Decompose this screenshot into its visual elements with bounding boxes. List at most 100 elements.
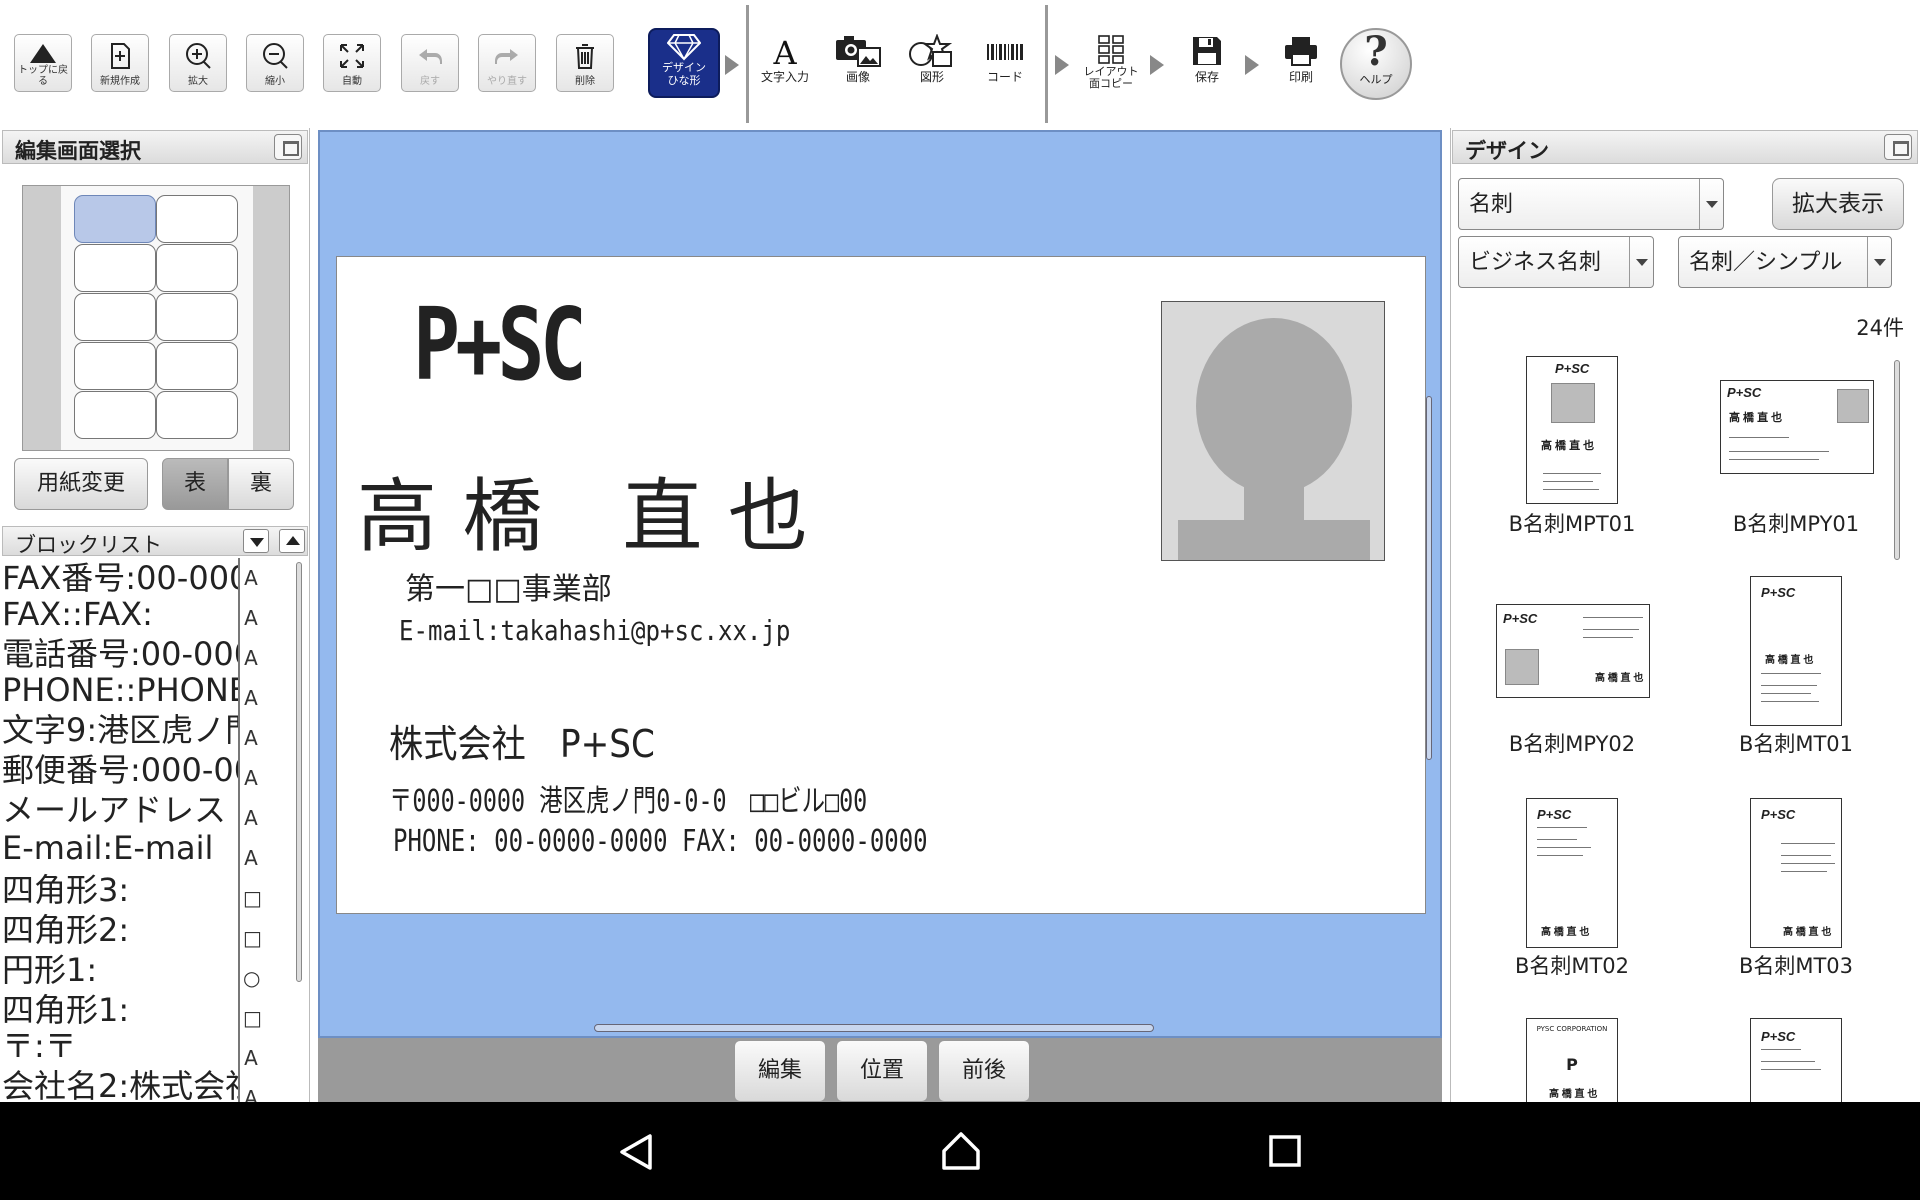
block-list-scrollbar[interactable]: [296, 562, 302, 982]
template-thumb[interactable]: PYSC CORPORATION P 高 橋 直 也: [1526, 1018, 1618, 1108]
printer-icon: [1285, 37, 1317, 66]
template-label: B名刺MPT01: [1508, 512, 1636, 536]
block-list-divider: [238, 558, 240, 1102]
step-arrow-icon: [1150, 55, 1164, 75]
template-thumb-mpt01[interactable]: P+SC 高 橋 直 也: [1526, 356, 1618, 504]
fit-screen-icon: [340, 44, 364, 68]
card-company[interactable]: 株式会社 P+SC: [389, 723, 655, 765]
back-icon[interactable]: [616, 1132, 656, 1172]
block-list-header: ブロックリスト: [2, 526, 308, 557]
top-button[interactable]: トップに戻る: [14, 34, 72, 92]
new-button[interactable]: 新規作成: [91, 34, 149, 92]
triangle-up-icon: [286, 536, 300, 545]
help-button[interactable]: ? ヘルプ: [1340, 28, 1412, 100]
type-value: ビジネス名刺: [1469, 250, 1602, 275]
template-thumb[interactable]: P+SC: [1750, 1018, 1842, 1108]
text-input-button[interactable]: A 文字入力: [750, 30, 820, 100]
list-item[interactable]: E-mail:E-mail: [2, 828, 238, 868]
list-item[interactable]: 文字9:港区虎ノ門0-0-0: [2, 710, 238, 750]
card-email[interactable]: E-mail:takahashi@p+sc.xx.jp: [399, 615, 790, 647]
expand-view-button[interactable]: 拡大表示: [1772, 178, 1904, 230]
list-item[interactable]: 〒:〒: [2, 1026, 238, 1066]
style-value: 名刺／シンプル: [1689, 250, 1843, 275]
design-template-button[interactable]: デザイン ひな形: [648, 28, 720, 98]
page-cell-7[interactable]: [74, 342, 156, 390]
zoom-in-button[interactable]: 拡大: [169, 34, 227, 92]
recent-apps-icon[interactable]: [1268, 1134, 1302, 1168]
zoom-out-button[interactable]: 縮小: [246, 34, 304, 92]
list-item[interactable]: 会社名2:株式会社: [2, 1066, 238, 1102]
home-icon[interactable]: [940, 1130, 982, 1172]
template-thumb-mpy02[interactable]: P+SC 高 橋 直 也: [1496, 604, 1650, 698]
redo-icon: [495, 49, 518, 64]
page-cell-8[interactable]: [156, 342, 238, 390]
canvas-horizontal-scrollbar[interactable]: [594, 1024, 1154, 1032]
template-thumb-mpy01[interactable]: P+SC 高 橋 直 也: [1720, 380, 1874, 474]
page-cell-2[interactable]: [156, 195, 238, 243]
shape-button[interactable]: 図形: [897, 30, 967, 100]
list-item[interactable]: PHONE::PHONE:: [2, 670, 238, 710]
position-button[interactable]: 位置: [836, 1040, 928, 1102]
photo-placeholder: [1551, 383, 1595, 423]
canvas-vertical-scrollbar[interactable]: [1426, 396, 1432, 760]
page-cell-1[interactable]: [74, 195, 156, 243]
card-phones[interactable]: PHONE: 00-0000-0000 FAX: 00-0000-0000: [393, 825, 928, 859]
page-cell-10[interactable]: [156, 391, 238, 439]
template-thumb-mt03[interactable]: P+SC 高 橋 直 也: [1750, 798, 1842, 948]
block-list: FAX番号:00-0000-0000 A FAX::FAX: A 電話番号:00…: [0, 558, 310, 1102]
text-block-icon: A: [244, 606, 258, 630]
list-item[interactable]: 四角形1:: [2, 990, 238, 1030]
card-address[interactable]: 〒000-0000 港区虎ノ門0-0-0 □□ビル□00: [389, 785, 867, 819]
auto-fit-button[interactable]: 自動: [323, 34, 381, 92]
list-item[interactable]: FAX::FAX:: [2, 594, 238, 634]
layout-copy-button[interactable]: レイアウト 面コピー: [1075, 30, 1147, 100]
list-item[interactable]: メールアドレス: [2, 790, 238, 830]
list-item[interactable]: 郵便番号:000-0000: [2, 750, 238, 790]
list-item[interactable]: 四角形3:: [2, 870, 238, 910]
undo-button[interactable]: 戻す: [401, 34, 459, 92]
redo-button[interactable]: やり直す: [478, 34, 536, 92]
style-select[interactable]: 名刺／シンプル: [1678, 236, 1892, 288]
list-item[interactable]: FAX番号:00-0000-0000: [2, 558, 238, 598]
front-tab[interactable]: 表: [162, 458, 228, 510]
list-item[interactable]: 電話番号:00-0000-0000: [2, 634, 238, 674]
scroll-up-button[interactable]: [279, 529, 305, 553]
barcode-icon: [987, 44, 1023, 60]
template-thumb-mt01[interactable]: P+SC 高 橋 直 也: [1750, 576, 1842, 726]
page-cell-6[interactable]: [156, 293, 238, 341]
card-name[interactable]: 高 橋 直 也: [357, 475, 808, 559]
delete-button[interactable]: 削除: [556, 34, 614, 92]
image-button[interactable]: 画像: [823, 30, 893, 100]
page-cell-3[interactable]: [74, 244, 156, 292]
system-nav-bar: [0, 1102, 1920, 1200]
edit-button[interactable]: 編集: [734, 1040, 826, 1102]
page-cell-5[interactable]: [74, 293, 156, 341]
order-button[interactable]: 前後: [938, 1040, 1030, 1102]
restore-panel-icon[interactable]: [1884, 134, 1912, 160]
template-thumb-mt02[interactable]: P+SC 高 橋 直 也: [1526, 798, 1618, 948]
type-select[interactable]: ビジネス名刺: [1458, 236, 1654, 288]
category-select[interactable]: 名刺: [1458, 178, 1724, 230]
template-label: B名刺MT01: [1738, 732, 1854, 756]
list-item[interactable]: 円形1:: [2, 950, 238, 990]
card-department[interactable]: 第一□□事業部: [405, 573, 612, 607]
page-cell-9[interactable]: [74, 391, 156, 439]
back-tab[interactable]: 裏: [228, 458, 294, 510]
save-button[interactable]: 保存: [1172, 30, 1242, 100]
text-block-icon: A: [244, 846, 258, 870]
business-card[interactable]: P+SC 高 橋 直 也 第一□□事業部 E-mail:takahashi@p+…: [336, 256, 1426, 914]
text-block-icon: A: [244, 686, 258, 710]
svg-text:A: A: [772, 34, 797, 68]
print-button[interactable]: 印刷: [1266, 30, 1336, 100]
scroll-down-button[interactable]: [243, 529, 269, 553]
card-logo[interactable]: P+SC: [413, 295, 587, 395]
template-label: B名刺MPY01: [1732, 512, 1860, 536]
code-button[interactable]: コード: [970, 30, 1040, 100]
text-block-icon: A: [244, 566, 258, 590]
person-silhouette-icon: [1178, 318, 1370, 560]
photo-placeholder[interactable]: [1161, 301, 1385, 561]
restore-panel-icon[interactable]: [274, 134, 302, 160]
page-cell-4[interactable]: [156, 244, 238, 292]
paper-change-button[interactable]: 用紙変更: [14, 458, 148, 510]
list-item[interactable]: 四角形2:: [2, 910, 238, 950]
